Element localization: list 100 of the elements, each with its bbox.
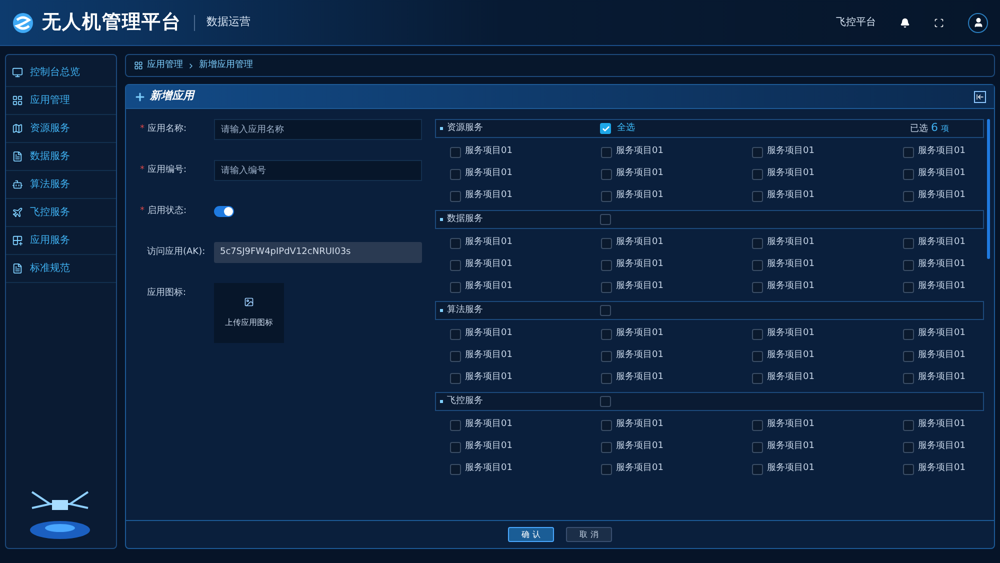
checkbox[interactable] — [601, 442, 612, 452]
service-item-label: 服务项目01 — [465, 327, 512, 340]
checkbox[interactable] — [752, 146, 763, 158]
grid-icon — [12, 95, 23, 106]
checkbox[interactable] — [450, 464, 461, 474]
checkbox[interactable] — [601, 168, 612, 180]
service-item-label: 服务项目01 — [918, 349, 966, 362]
checkbox[interactable] — [600, 305, 611, 316]
checkbox[interactable] — [903, 420, 914, 430]
service-item-label: 服务项目01 — [465, 236, 512, 250]
fullscreen-icon[interactable] — [934, 18, 944, 28]
breadcrumb-link[interactable]: 应用管理 — [147, 58, 183, 72]
checkbox[interactable] — [903, 328, 914, 340]
toggle-switch[interactable] — [214, 206, 234, 217]
checkbox[interactable] — [601, 420, 612, 430]
checkbox[interactable] — [752, 464, 763, 474]
robot-icon — [12, 179, 23, 190]
service-item-label: 服务项目01 — [767, 258, 814, 272]
checkbox[interactable] — [600, 123, 611, 134]
back-button[interactable] — [974, 90, 986, 102]
service-item-label: 服务项目01 — [767, 462, 814, 476]
checkbox[interactable] — [752, 168, 763, 180]
checkbox[interactable] — [601, 328, 612, 340]
checkbox[interactable] — [450, 260, 461, 270]
scrollbar[interactable] — [987, 119, 990, 259]
sidebar-item[interactable]: 算法服务 — [6, 171, 116, 199]
checkbox[interactable] — [903, 372, 914, 384]
checkbox[interactable] — [752, 282, 763, 292]
checkbox[interactable] — [903, 146, 914, 158]
checkbox[interactable] — [752, 420, 763, 430]
upload-area[interactable]: 上传应用图标 — [214, 283, 284, 343]
confirm-button[interactable]: 确 认 — [508, 527, 554, 542]
checkbox[interactable] — [450, 372, 461, 384]
cancel-button[interactable]: 取 消 — [566, 527, 612, 542]
checkbox[interactable] — [601, 372, 612, 384]
checkbox[interactable] — [601, 350, 612, 362]
checkbox[interactable] — [752, 372, 763, 384]
user-avatar[interactable] — [968, 12, 988, 32]
checkbox[interactable] — [752, 442, 763, 452]
service-item-label: 服务项目01 — [616, 236, 664, 250]
service-item-label: 服务项目01 — [465, 280, 512, 294]
sidebar-item[interactable]: 资源服务 — [6, 115, 116, 143]
checkbox[interactable] — [601, 190, 612, 202]
checkbox[interactable] — [450, 146, 461, 158]
checkbox[interactable] — [903, 464, 914, 474]
service-item-label: 服务项目01 — [616, 145, 664, 158]
service-item-label: 服务项目01 — [465, 258, 512, 272]
checkbox[interactable] — [450, 442, 461, 452]
service-item-label: 服务项目01 — [616, 167, 664, 180]
checkbox[interactable] — [903, 260, 914, 270]
checkbox[interactable] — [450, 420, 461, 430]
checkbox[interactable] — [450, 190, 461, 202]
sidebar-item[interactable]: 数据服务 — [6, 143, 116, 171]
breadcrumb-link[interactable]: 新增应用管理 — [199, 58, 253, 72]
grid-icon — [134, 61, 143, 70]
sidebar-item[interactable]: 应用服务 — [6, 227, 116, 255]
checkbox[interactable] — [450, 328, 461, 340]
selected-unit: 项 — [941, 123, 949, 136]
checkbox[interactable] — [903, 190, 914, 202]
checkbox[interactable] — [601, 238, 612, 248]
access-key-field: 5c7SJ9FW4pIPdV12cNRUI03s — [214, 242, 422, 263]
chevron-icon — [187, 62, 195, 70]
checkbox[interactable] — [450, 350, 461, 362]
notification-icon[interactable] — [900, 18, 910, 28]
service-item-label: 服务项目01 — [918, 167, 966, 180]
sidebar-item[interactable]: 应用管理 — [6, 87, 116, 115]
sidebar-item[interactable]: 飞控服务 — [6, 199, 116, 227]
service-item-label: 服务项目01 — [767, 189, 814, 202]
checkbox[interactable] — [450, 168, 461, 180]
checkbox[interactable] — [903, 442, 914, 452]
service-item-label: 服务项目01 — [465, 145, 512, 158]
checkbox[interactable] — [903, 350, 914, 362]
input-field[interactable]: 请输入应用名称 — [214, 119, 422, 140]
checkbox[interactable] — [601, 260, 612, 270]
service-item-label: 服务项目01 — [616, 371, 664, 384]
sidebar-item[interactable]: 控制台总览 — [6, 59, 116, 87]
checkbox[interactable] — [752, 260, 763, 270]
checkbox[interactable] — [601, 282, 612, 292]
service-item-label: 服务项目01 — [918, 327, 966, 340]
checkbox[interactable] — [903, 238, 914, 248]
checkbox[interactable] — [601, 464, 612, 474]
checkbox[interactable] — [752, 350, 763, 362]
checkbox[interactable] — [600, 396, 611, 407]
checkbox[interactable] — [752, 328, 763, 340]
checkbox[interactable] — [600, 214, 611, 225]
service-item-label: 服务项目01 — [918, 280, 966, 294]
checkbox[interactable] — [752, 190, 763, 202]
sidebar-item[interactable]: 标准规范 — [6, 255, 116, 283]
required-asterisk: * — [140, 122, 144, 136]
service-item-label: 服务项目01 — [465, 371, 512, 384]
checkbox[interactable] — [601, 146, 612, 158]
checkbox[interactable] — [450, 282, 461, 292]
service-item-label: 服务项目01 — [918, 462, 966, 476]
checkbox[interactable] — [903, 282, 914, 292]
nav-link[interactable]: 飞控平台 — [836, 15, 876, 30]
checkbox[interactable] — [450, 238, 461, 248]
input-field[interactable]: 请输入编号 — [214, 160, 422, 181]
checkbox[interactable] — [903, 168, 914, 180]
checkbox[interactable] — [752, 238, 763, 248]
service-item-label: 服务项目01 — [465, 189, 512, 202]
